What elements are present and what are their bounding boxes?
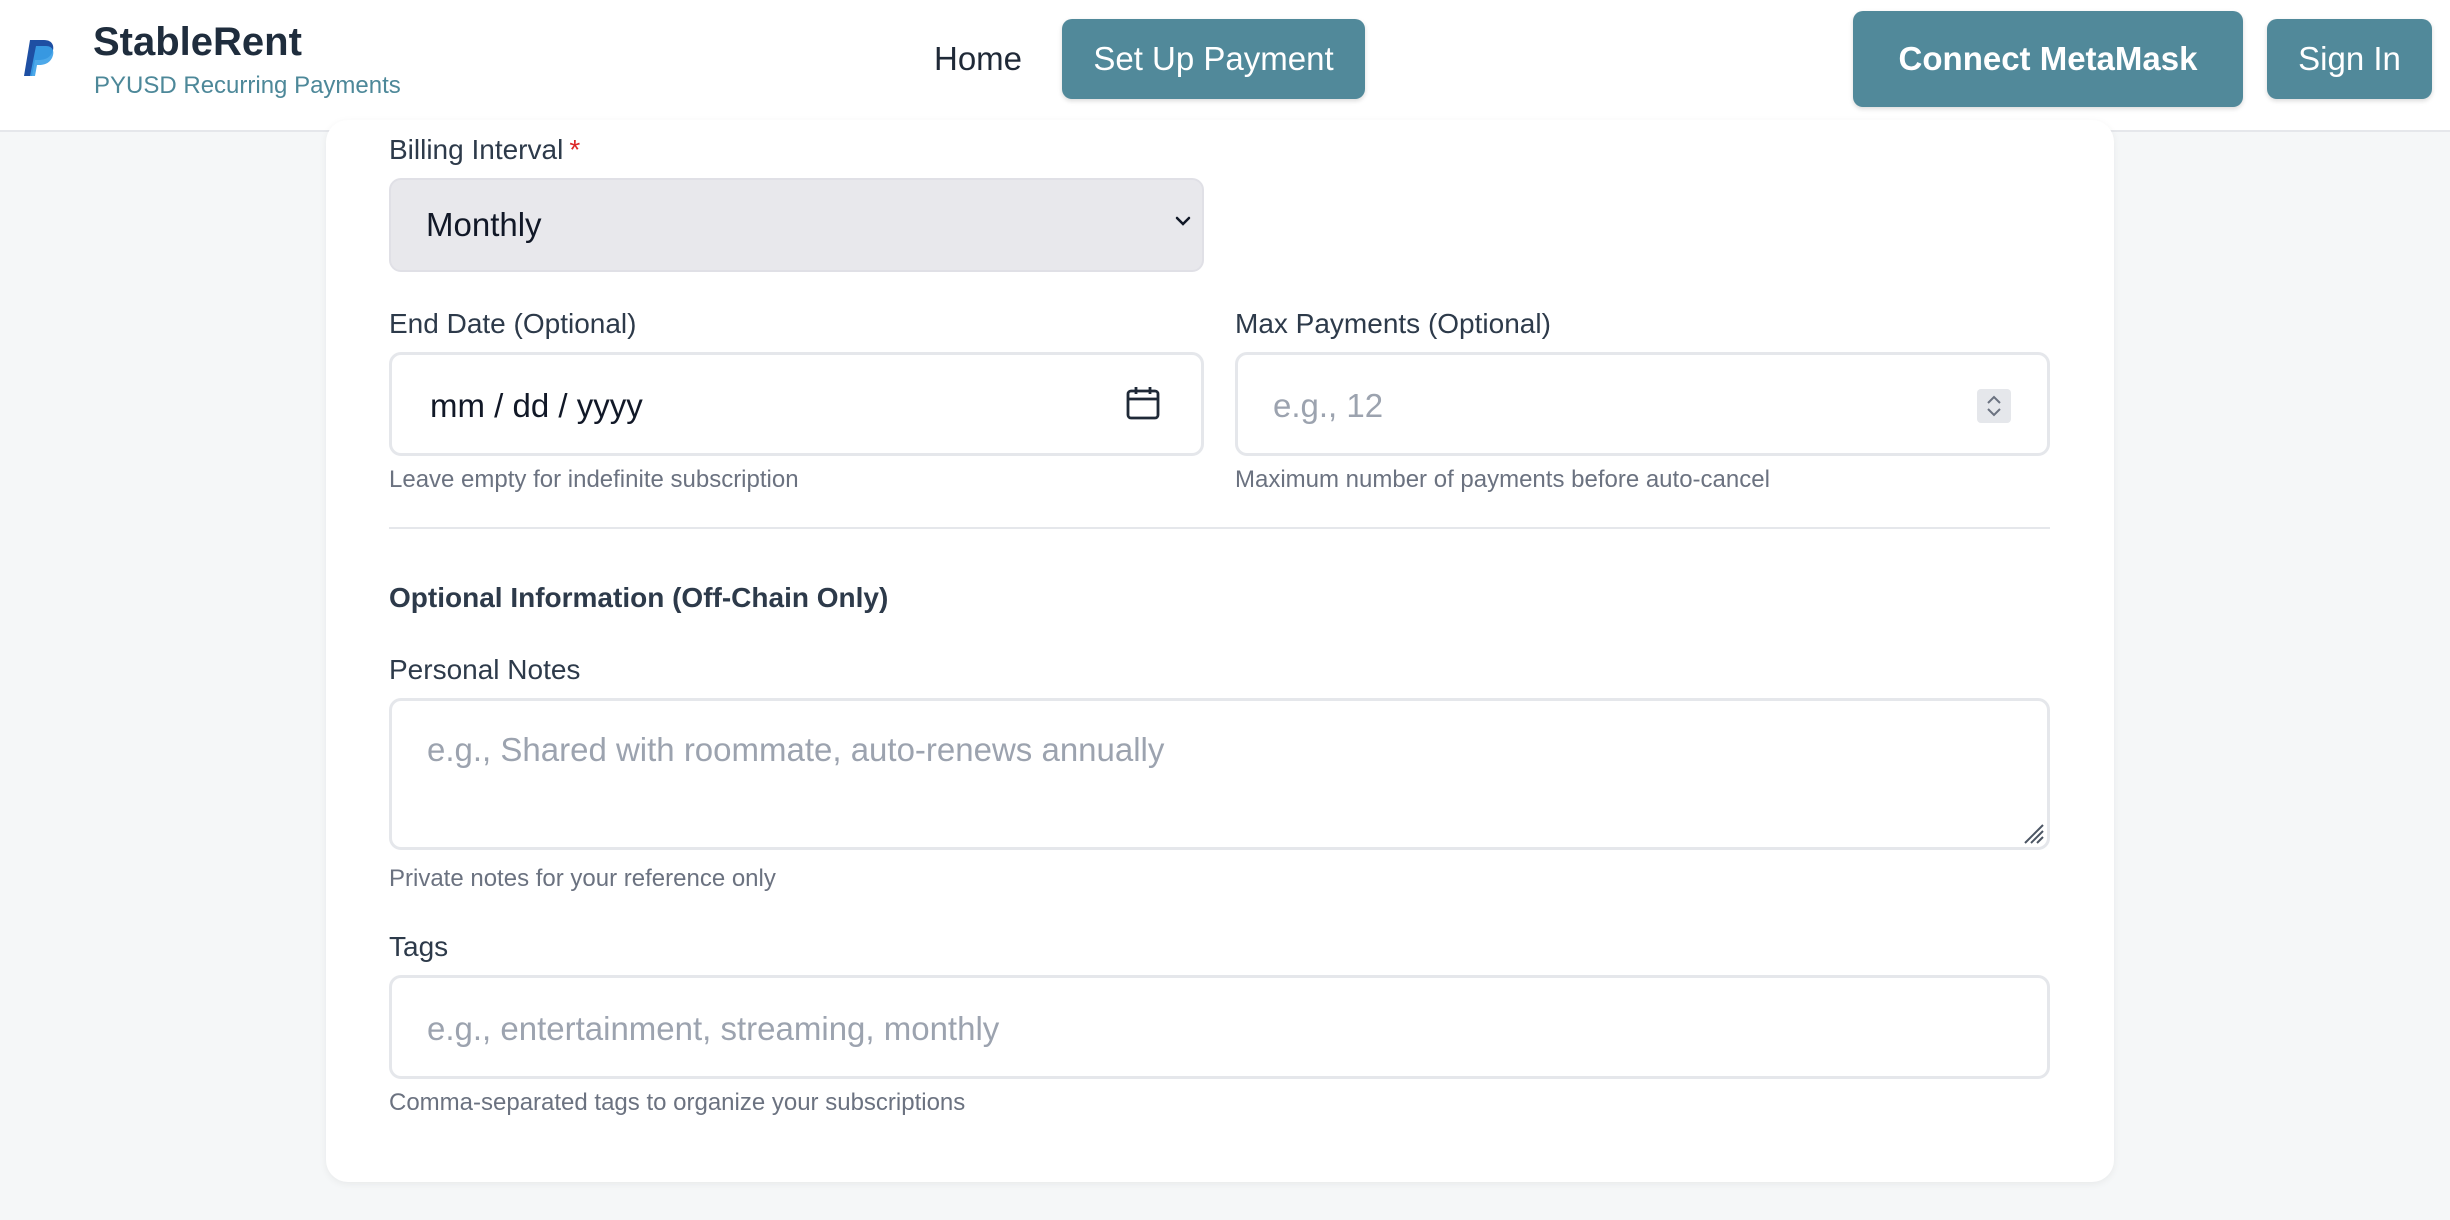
end-date-input[interactable]: mm / dd / yyyy — [389, 352, 1204, 456]
tags-placeholder: e.g., entertainment, streaming, monthly — [427, 1010, 1000, 1047]
personal-notes-label: Personal Notes — [389, 654, 581, 685]
billing-interval-select[interactable]: Monthly — [389, 178, 1204, 272]
calendar-icon[interactable] — [1125, 385, 1161, 421]
max-payments-input[interactable]: e.g., 12 — [1235, 352, 2050, 456]
billing-interval-value: Monthly — [426, 206, 542, 243]
tags-hint: Comma-separated tags to organize your su… — [389, 1089, 966, 1116]
required-marker: * — [569, 134, 581, 165]
end-date-hint: Leave empty for indefinite subscription — [389, 466, 799, 493]
personal-notes-placeholder: e.g., Shared with roommate, auto-renews … — [427, 731, 1165, 768]
connect-metamask-button[interactable]: Connect MetaMask — [1853, 11, 2243, 107]
brand-subtitle: PYUSD Recurring Payments — [94, 72, 401, 99]
chevron-down-icon — [1175, 216, 1191, 226]
sign-in-button[interactable]: Sign In — [2267, 19, 2432, 99]
personal-notes-textarea[interactable]: e.g., Shared with roommate, auto-renews … — [389, 698, 2050, 850]
max-payments-hint: Maximum number of payments before auto-c… — [1235, 466, 1770, 493]
max-payments-placeholder: e.g., 12 — [1273, 387, 1384, 424]
set-up-payment-button[interactable]: Set Up Payment — [1062, 19, 1365, 99]
brand-title[interactable]: StableRent — [93, 20, 302, 65]
billing-interval-label: Billing Interval * — [389, 134, 581, 165]
end-date-label: End Date (Optional) — [389, 308, 637, 339]
number-spinner-icon[interactable] — [1977, 389, 2011, 423]
max-payments-label: Max Payments (Optional) — [1235, 308, 1551, 339]
optional-section-title: Optional Information (Off-Chain Only) — [389, 582, 889, 613]
end-date-value: mm / dd / yyyy — [430, 387, 643, 424]
nav-home-link[interactable]: Home — [934, 40, 1022, 78]
paypal-logo-icon[interactable] — [22, 38, 56, 78]
resize-handle-icon[interactable] — [2019, 819, 2045, 845]
section-divider — [389, 527, 2050, 529]
personal-notes-hint: Private notes for your reference only — [389, 865, 776, 892]
top-nav-bar: StableRent PYUSD Recurring Payments Home… — [0, 0, 2450, 132]
tags-input[interactable]: e.g., entertainment, streaming, monthly — [389, 975, 2050, 1079]
tags-label: Tags — [389, 931, 449, 962]
